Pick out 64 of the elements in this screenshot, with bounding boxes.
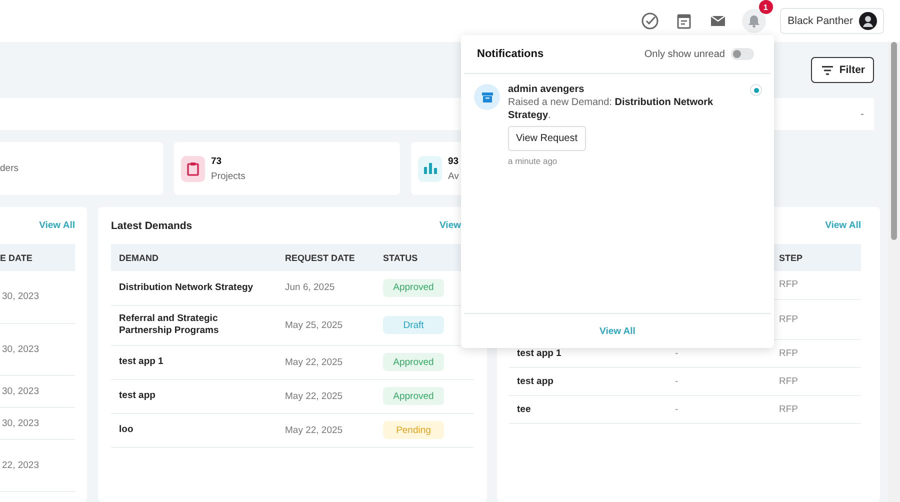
panel-title: Notifications: [477, 48, 544, 60]
request-date: May 22, 2025: [285, 356, 343, 368]
table-cell: 30, 2023: [0, 407, 75, 439]
view-request-button[interactable]: View Request: [508, 126, 586, 151]
view-all-link[interactable]: View All: [600, 326, 636, 336]
request-date: May 22, 2025: [285, 390, 343, 402]
notification-badge: 1: [758, 0, 773, 14]
table-cell: 22, 2023: [0, 439, 75, 491]
table-cell: -: [675, 376, 678, 386]
table-cell: -: [675, 404, 678, 414]
filter-button[interactable]: Filter: [811, 57, 874, 83]
status-tag: Approved: [383, 278, 444, 297]
avatar-icon: [859, 12, 877, 30]
check-circle-icon[interactable]: [640, 11, 660, 31]
notification-time: a minute ago: [508, 156, 558, 166]
table-cell: 30, 2023: [0, 271, 75, 323]
stat-label: Projects: [211, 170, 246, 182]
column-header: E DATE: [0, 244, 75, 271]
table-cell: 30, 2023: [0, 323, 75, 375]
stat-value: 73: [211, 156, 223, 166]
table-cell: RFP: [779, 404, 798, 414]
bell-icon[interactable]: [742, 9, 766, 33]
unread-dot[interactable]: [750, 84, 762, 96]
table-cell: -: [675, 348, 678, 358]
column-header: REQUEST DATE: [277, 244, 375, 271]
table-cell: RFP: [779, 348, 798, 358]
table-cell: tee: [517, 404, 531, 414]
demand-name: Distribution Network Strategy: [119, 282, 254, 293]
request-date: Jun 6, 2025: [285, 282, 335, 294]
demand-name: test app 1: [119, 356, 164, 367]
column-header: STEP: [771, 244, 861, 271]
demand-name: loo: [119, 424, 134, 435]
table-cell: RFP: [779, 314, 798, 324]
view-all-link[interactable]: View All: [39, 220, 75, 231]
status-tag: Draft: [383, 316, 444, 334]
demand-name: test app: [119, 390, 156, 401]
column-header: DEMAND: [111, 244, 277, 271]
status-tag: Approved: [383, 387, 444, 405]
view-all-link[interactable]: View: [440, 220, 461, 231]
notification-sender: admin avengers: [508, 84, 586, 95]
notification-message: Raised a new Demand: Distribution Network Strategy.: [508, 96, 714, 122]
table-cell: 30, 2023: [0, 375, 75, 407]
table-cell: RFP: [779, 376, 798, 386]
demand-name: Referral and Strategic Partnership Programs: [119, 313, 219, 336]
clipboard-icon: [181, 156, 205, 182]
card-title: Latest Demands: [111, 220, 192, 232]
scrollbar[interactable]: [888, 42, 900, 502]
view-all-link[interactable]: View All: [825, 220, 861, 231]
archive-icon: [474, 84, 500, 110]
stat-label: ders: [0, 163, 18, 174]
stat-value: 93: [448, 156, 459, 166]
filter-icon: [822, 66, 834, 74]
request-date: May 22, 2025: [285, 424, 343, 436]
toggle-label: Only show unread: [644, 48, 725, 60]
table-cell: test app: [517, 376, 554, 386]
toggle-switch[interactable]: [731, 48, 754, 60]
stat-label: Av: [448, 170, 459, 182]
table-cell: RFP: [779, 279, 798, 290]
request-date: May 25, 2025: [285, 320, 343, 330]
status-tag: Approved: [383, 353, 444, 371]
table-cell: test app 1: [517, 348, 562, 358]
bar-chart-icon: [418, 156, 442, 182]
status-tag: Pending: [383, 421, 444, 439]
user-menu-button[interactable]: Black Panther: [780, 8, 884, 34]
